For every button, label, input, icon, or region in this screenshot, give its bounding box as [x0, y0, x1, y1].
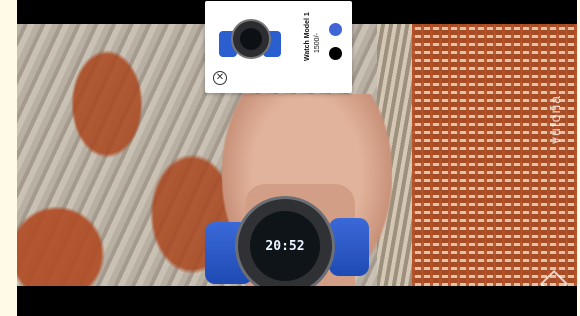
- ar-watch-model: 20:52: [205, 196, 369, 286]
- close-circle-icon[interactable]: ✕: [213, 71, 227, 85]
- thumbnail-watch-case: [231, 19, 271, 59]
- watch-bezel: 20:52: [235, 196, 335, 286]
- product-thumbnail: [219, 15, 281, 67]
- ar-camera-view: 20:52 vuforia ✕ Watch Model 1 1500/-: [17, 0, 577, 316]
- watch-strap-right: [329, 218, 369, 276]
- color-swatch-black[interactable]: [329, 47, 342, 60]
- product-price: 1500/-: [314, 33, 321, 53]
- watch-dial-time: 20:52: [250, 211, 320, 281]
- product-card: ✕ Watch Model 1 1500/-: [205, 1, 352, 93]
- color-swatch-blue[interactable]: [329, 23, 342, 36]
- product-name: Watch Model 1: [304, 12, 311, 61]
- vuforia-watermark: vuforia: [547, 94, 563, 144]
- thumbnail-watch-face: [240, 28, 262, 50]
- background-fabric-right: [412, 24, 577, 286]
